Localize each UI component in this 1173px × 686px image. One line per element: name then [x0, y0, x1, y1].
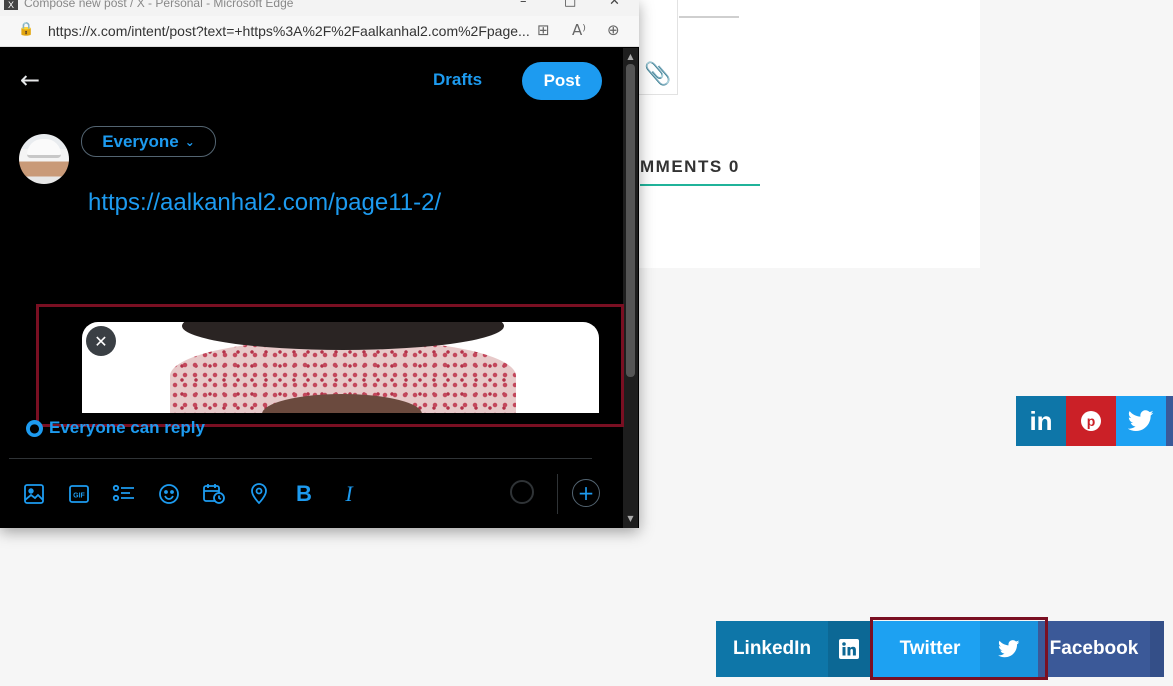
linkedin-share-button[interactable]: LinkedIn [716, 621, 828, 677]
add-post-button[interactable]: + [572, 479, 600, 507]
paperclip-icon[interactable]: 📎 [644, 62, 671, 87]
drafts-button[interactable]: Drafts [433, 70, 482, 90]
globe-icon: ● [26, 419, 43, 437]
schedule-icon[interactable] [200, 480, 228, 508]
poll-icon[interactable] [110, 480, 138, 508]
svg-text:p: p [1087, 413, 1096, 429]
post-button[interactable]: Post [522, 62, 602, 100]
share-bar-overflow [1166, 396, 1173, 446]
emoji-icon[interactable] [155, 480, 183, 508]
close-icon[interactable]: ✕ [609, 0, 620, 9]
arrow-left-icon[interactable]: ← [20, 66, 40, 94]
address-bar: 🔒 https://x.com/intent/post?text=+https%… [0, 16, 639, 47]
floating-share-bar: in p [1016, 396, 1173, 446]
toolbar-vertical-divider [557, 474, 558, 514]
toolbar-divider [9, 458, 592, 459]
pinterest-icon[interactable]: p [1066, 396, 1116, 446]
image-icon[interactable] [20, 480, 48, 508]
lock-icon[interactable]: 🔒 [18, 22, 34, 37]
italic-icon[interactable]: I [335, 480, 363, 508]
scroll-up-arrow-icon[interactable]: ▲ [623, 52, 638, 61]
chevron-down-icon: ⌄ [184, 134, 195, 149]
author-avatar-partial [679, 0, 739, 18]
reply-setting-label: Everyone can reply [49, 418, 205, 437]
facebook-icon[interactable] [1150, 621, 1164, 677]
post-text-input[interactable]: https://aalkanhal2.com/page11-2/ [88, 189, 441, 217]
audience-label: Everyone [102, 131, 179, 151]
read-aloud-icon[interactable]: A⁾ [572, 21, 586, 39]
maximize-icon[interactable]: □ [564, 0, 576, 9]
app-available-icon[interactable]: ⊞ [537, 21, 550, 39]
svg-text:GIF: GIF [73, 493, 85, 500]
avatar[interactable] [19, 134, 69, 184]
scrollbar-thumb[interactable] [626, 64, 635, 377]
audience-selector[interactable]: Everyone ⌄ [81, 126, 216, 157]
reply-setting[interactable]: ● Everyone can reply [26, 418, 205, 438]
comments-heading: MMENTS 0 [640, 157, 740, 176]
twitter-share-highlight [870, 617, 1048, 680]
location-icon[interactable] [245, 480, 273, 508]
character-count-ring [510, 480, 534, 504]
linkedin-icon[interactable] [828, 621, 870, 677]
media-highlight [36, 304, 624, 427]
linkedin-icon[interactable]: in [1016, 396, 1066, 446]
window-titlebar: X Compose new post / X - Personal - Micr… [0, 0, 639, 16]
zoom-icon[interactable]: ⊕ [607, 21, 620, 39]
window-title: Compose new post / X - Personal - Micros… [24, 0, 294, 10]
url-field[interactable]: https://x.com/intent/post?text=+https%3A… [48, 23, 530, 39]
bold-icon[interactable]: B [290, 480, 318, 508]
scroll-down-arrow-icon[interactable]: ▼ [623, 514, 638, 523]
x-logo-icon: X [4, 0, 18, 10]
gif-icon[interactable]: GIF [65, 480, 93, 508]
comments-tab-underline [640, 184, 760, 186]
post-content-card [638, 0, 980, 268]
minimize-icon[interactable]: – [520, 0, 527, 9]
twitter-icon[interactable] [1116, 396, 1166, 446]
compose-popup-window: X Compose new post / X - Personal - Micr… [0, 0, 639, 528]
facebook-share-button[interactable]: Facebook [1038, 621, 1150, 677]
